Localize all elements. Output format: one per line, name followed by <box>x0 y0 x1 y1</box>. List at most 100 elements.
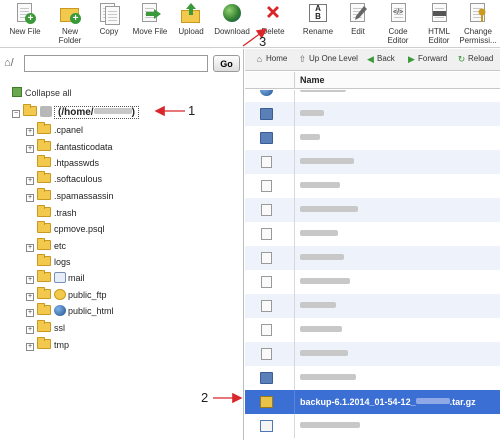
file-row[interactable] <box>245 126 500 150</box>
tree-root[interactable]: − (/home/) <box>12 104 139 120</box>
file-name <box>300 349 348 359</box>
collapse-toggle-icon[interactable]: − <box>12 110 20 118</box>
file-icon <box>261 300 272 312</box>
tree-item-trash[interactable]: .trash <box>26 205 77 221</box>
file-row[interactable] <box>245 150 500 174</box>
globe-icon <box>54 305 66 316</box>
folder-icon <box>37 320 51 332</box>
download-button[interactable]: Download <box>209 3 255 36</box>
folder-icon <box>37 188 51 200</box>
file-name <box>300 109 324 119</box>
tree-item-htpasswds[interactable]: .htpasswds <box>26 155 99 171</box>
file-row[interactable] <box>245 270 500 294</box>
download-label: Download <box>214 27 250 36</box>
copy-button[interactable]: Copy <box>86 3 132 36</box>
folder-icon <box>37 122 51 134</box>
back-button[interactable]: ◀ Back <box>366 54 395 64</box>
move-file-label: Move File <box>132 27 168 36</box>
file-row-selected[interactable]: backup-6.1.2014_01-54-12_ .tar.gz <box>245 390 500 414</box>
delete-label: Delete <box>261 27 285 36</box>
reload-button[interactable]: ↻ Reload <box>457 54 494 64</box>
file-row[interactable] <box>245 222 500 246</box>
file-row[interactable] <box>245 366 500 390</box>
expand-toggle-icon[interactable]: + <box>26 343 34 351</box>
folder-icon <box>37 221 51 233</box>
change-permissions-button[interactable]: Change Permissi... <box>455 3 500 45</box>
file-icon <box>261 204 272 216</box>
annotation-label-2: 2 <box>201 390 209 405</box>
folder-icon <box>260 132 273 144</box>
name-column-header[interactable]: Name <box>300 75 325 85</box>
home-path-icon: ⌂/ <box>4 57 14 69</box>
expand-toggle-icon[interactable]: + <box>26 293 34 301</box>
file-row[interactable] <box>245 102 500 126</box>
file-row[interactable] <box>245 246 500 270</box>
expand-toggle-icon[interactable]: + <box>26 326 34 334</box>
upload-icon <box>180 3 202 25</box>
tree-item-etc[interactable]: + etc <box>26 238 66 254</box>
expand-toggle-icon[interactable]: + <box>26 177 34 185</box>
collapse-all-label: Collapse all <box>25 88 72 98</box>
home-icon <box>40 106 52 117</box>
up-one-level-button[interactable]: ⇧ Up One Level <box>298 54 358 64</box>
mail-icon <box>54 272 66 283</box>
reload-label: Reload <box>468 54 494 63</box>
file-icon <box>261 252 272 264</box>
file-icon <box>261 228 272 240</box>
new-folder-icon: + <box>59 3 81 25</box>
file-name <box>300 325 342 335</box>
tree-item-cpmove-psql[interactable]: cpmove.psql <box>26 221 105 237</box>
file-row[interactable] <box>245 294 500 318</box>
move-file-button[interactable]: Move File <box>127 3 173 36</box>
tree-item-ssl[interactable]: + ssl <box>26 320 65 336</box>
tree-item-logs[interactable]: logs <box>26 254 71 270</box>
tree-item-label: .softaculous <box>54 174 103 184</box>
file-row[interactable] <box>245 174 500 198</box>
tree-item-spamassassin[interactable]: + .spamassassin <box>26 188 114 204</box>
file-row[interactable] <box>245 342 500 366</box>
tree-item-tmp[interactable]: + tmp <box>26 337 69 353</box>
tree-item-mail[interactable]: + mail <box>26 270 85 286</box>
folder-icon <box>260 372 273 384</box>
new-file-button[interactable]: + New File <box>2 3 48 36</box>
collapse-all-link[interactable]: Collapse all <box>12 87 72 98</box>
file-row[interactable] <box>245 318 500 342</box>
folder-icon <box>37 270 51 282</box>
file-row[interactable] <box>245 414 500 438</box>
file-list-pane: ⌂ Home ⇧ Up One Level ◀ Back ▶ Forward ↻ Relo… <box>245 49 500 440</box>
move-file-icon <box>139 3 161 25</box>
tree-item-label: mail <box>68 273 85 283</box>
collapse-icon <box>12 87 22 97</box>
expand-toggle-icon[interactable]: + <box>26 128 34 136</box>
file-name <box>300 90 346 95</box>
folder-icon <box>37 238 51 250</box>
tree-item-public-html[interactable]: + public_html <box>26 303 114 319</box>
file-icon <box>261 156 272 168</box>
code-editor-button[interactable]: </> Code Editor <box>375 3 421 45</box>
file-row[interactable] <box>245 198 500 222</box>
tree-item-label: tmp <box>54 340 70 350</box>
file-row[interactable] <box>245 90 500 102</box>
tree-item-fantasticodata[interactable]: + .fantasticodata <box>26 139 113 155</box>
expand-toggle-icon[interactable]: + <box>26 309 34 317</box>
path-input[interactable] <box>24 55 208 72</box>
upload-button[interactable]: Upload <box>168 3 214 36</box>
tree-item-label: .trash <box>54 208 77 218</box>
go-button[interactable]: Go <box>213 55 240 72</box>
tree-item-cpanel[interactable]: + .cpanel <box>26 122 83 138</box>
globe-icon <box>260 90 273 96</box>
tree-item-softaculous[interactable]: + .softaculous <box>26 171 102 187</box>
expand-toggle-icon[interactable]: + <box>26 194 34 202</box>
tree-item-public-ftp[interactable]: + public_ftp <box>26 287 107 303</box>
expand-toggle-icon[interactable]: + <box>26 244 34 252</box>
home-nav-button[interactable]: ⌂ Home <box>255 54 288 64</box>
delete-button[interactable]: Delete <box>250 3 296 36</box>
edit-file-icon <box>260 420 273 432</box>
file-icon <box>261 324 272 336</box>
file-name <box>300 205 358 215</box>
tree-item-label: .spamassassin <box>54 191 114 201</box>
expand-toggle-icon[interactable]: + <box>26 145 34 153</box>
delete-icon <box>262 3 284 25</box>
expand-toggle-icon[interactable]: + <box>26 276 34 284</box>
forward-button[interactable]: ▶ Forward <box>407 54 447 64</box>
